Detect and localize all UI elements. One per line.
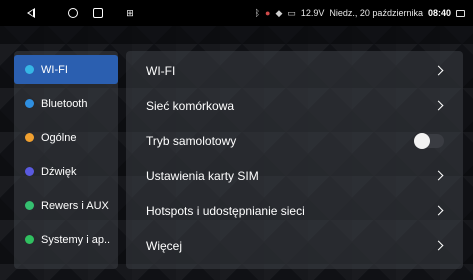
airplane-mode-toggle[interactable] bbox=[414, 132, 444, 149]
sidebar-item-label: WI-FI bbox=[41, 63, 68, 76]
sidebar-item-bluetooth[interactable]: Bluetooth bbox=[14, 89, 118, 118]
settings-row-label: Tryb samolotowy bbox=[146, 133, 237, 148]
category-icon bbox=[25, 99, 34, 108]
chevron-right-icon bbox=[433, 170, 444, 181]
category-icon bbox=[25, 65, 34, 74]
settings-row[interactable]: Hotspots i udostępnianie sieci bbox=[126, 193, 463, 228]
status-bar: ⊞ ᛒ ● ◆ ▭ 12.9V Niedz., 20 października … bbox=[0, 0, 473, 26]
home-icon bbox=[68, 8, 78, 18]
sidebar-item-wi-fi[interactable]: WI-FI bbox=[14, 55, 118, 84]
split-screen-icon: ⊞ bbox=[126, 7, 134, 18]
sidebar-item-dźwięk[interactable]: Dźwięk bbox=[14, 157, 118, 186]
back-icon bbox=[27, 8, 35, 18]
settings-row[interactable]: Więcej bbox=[126, 228, 463, 263]
sidebar-item-rewers-i-aux[interactable]: Rewers i AUX bbox=[14, 191, 118, 220]
settings-row-label: WI-FI bbox=[146, 63, 176, 78]
bluetooth-icon: ᛒ bbox=[254, 8, 260, 18]
settings-row-label: Hotspots i udostępnianie sieci bbox=[146, 203, 305, 218]
settings-row-label: Więcej bbox=[146, 238, 183, 253]
category-icon bbox=[25, 201, 34, 210]
notification-icon[interactable] bbox=[456, 9, 465, 17]
recent-apps-icon bbox=[93, 8, 103, 18]
wifi-icon: ◆ bbox=[275, 7, 283, 18]
settings-row-label: Sieć komórkowa bbox=[146, 98, 235, 113]
recent-apps-button[interactable] bbox=[91, 6, 105, 20]
settings-row[interactable]: Ustawienia karty SIM bbox=[126, 158, 463, 193]
category-icon bbox=[25, 235, 34, 244]
sidebar-item-label: Systemy i ap.. bbox=[41, 233, 111, 246]
record-icon: ● bbox=[265, 8, 271, 18]
sidebar-item-ogólne[interactable]: Ogólne bbox=[14, 123, 118, 152]
date-label: Niedz., 20 października bbox=[329, 8, 423, 18]
settings-panel: WI-FI Sieć komórkowa Tryb samolotowy Ustawi… bbox=[126, 51, 463, 269]
sidebar-item-label: Bluetooth bbox=[41, 97, 88, 110]
status-indicators: ᛒ ● ◆ ▭ 12.9V Niedz., 20 października 08… bbox=[255, 0, 465, 26]
sidebar-item-systemy-i-ap[interactable]: Systemy i ap.. bbox=[14, 225, 118, 254]
settings-row[interactable]: Sieć komórkowa bbox=[126, 88, 463, 123]
back-button[interactable] bbox=[24, 6, 38, 20]
toggle-knob bbox=[414, 132, 430, 149]
home-button[interactable] bbox=[66, 6, 80, 20]
settings-row[interactable]: WI-FI bbox=[126, 53, 463, 88]
chevron-right-icon bbox=[433, 205, 444, 216]
battery-icon: ▭ bbox=[287, 7, 296, 18]
sidebar-item-label: Rewers i AUX bbox=[41, 199, 109, 212]
category-icon bbox=[25, 167, 34, 176]
sidebar-item-label: Ogólne bbox=[41, 131, 77, 144]
clock: 08:40 bbox=[427, 8, 451, 18]
settings-sidebar: WI-FI Bluetooth Ogólne Dźwięk Rewers i AUX Sy… bbox=[14, 51, 118, 269]
settings-row[interactable]: Tryb samolotowy bbox=[126, 123, 463, 158]
voltage-readout: 12.9V bbox=[300, 8, 325, 18]
chevron-right-icon bbox=[433, 65, 444, 76]
chevron-right-icon bbox=[433, 100, 444, 111]
sidebar-item-label: Dźwięk bbox=[41, 165, 77, 178]
chevron-right-icon bbox=[433, 240, 444, 251]
split-screen-button[interactable]: ⊞ bbox=[123, 6, 137, 20]
settings-row-label: Ustawienia karty SIM bbox=[146, 168, 259, 183]
category-icon bbox=[25, 133, 34, 142]
